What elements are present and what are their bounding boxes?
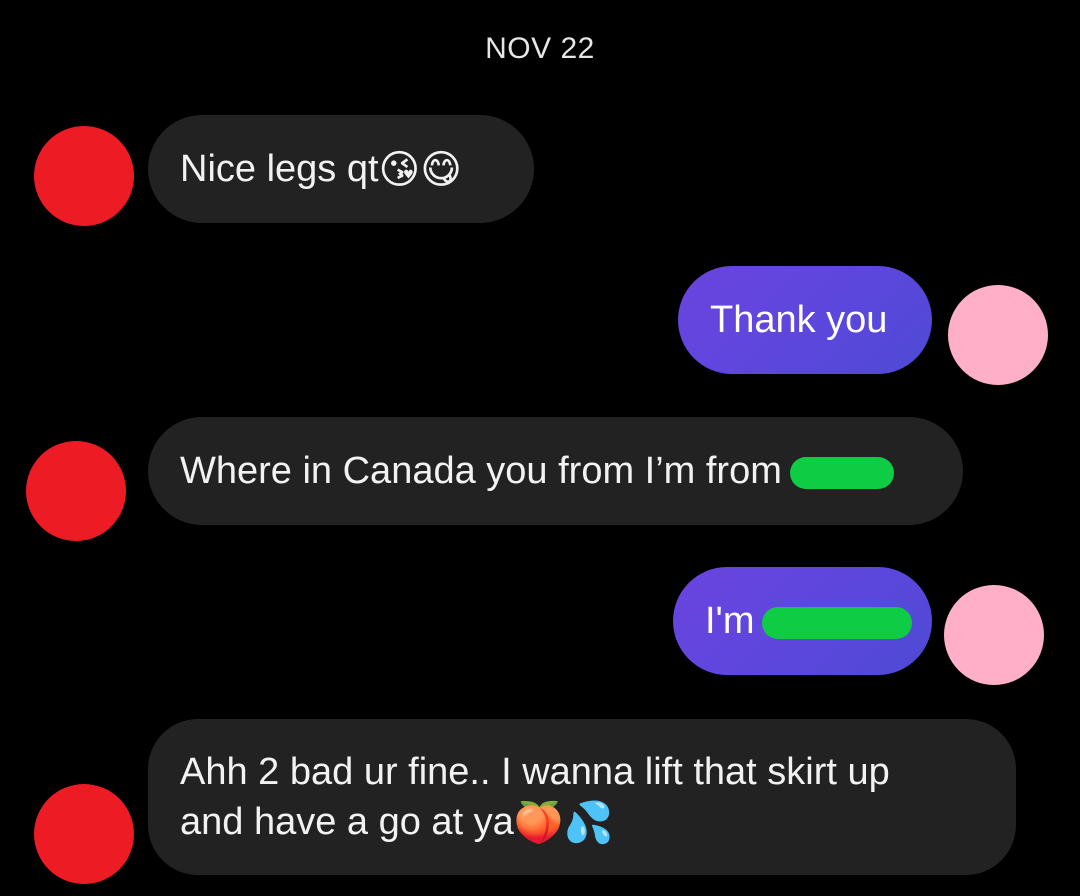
message-text: Thank you bbox=[710, 299, 888, 341]
message-text: and have a go at ya bbox=[180, 801, 514, 843]
sweat-droplets-emoji-icon: 💦 bbox=[563, 800, 614, 846]
message-bubble-outgoing[interactable]: I'm bbox=[673, 567, 932, 675]
message-text: Where in Canada you from I’m from bbox=[180, 450, 782, 492]
kissing-face-emoji-icon: 😘 bbox=[378, 147, 421, 193]
message-bubble-incoming[interactable]: Nice legs qt😘😋 bbox=[148, 115, 534, 223]
redaction-mark bbox=[789, 456, 894, 489]
contact-avatar[interactable] bbox=[34, 126, 134, 226]
message-bubble-incoming[interactable]: Ahh 2 bad ur fine.. I wanna lift that sk… bbox=[148, 719, 1016, 875]
message-bubble-outgoing[interactable]: Thank you bbox=[678, 266, 932, 374]
message-text-line: Ahh 2 bad ur fine.. I wanna lift that sk… bbox=[180, 751, 890, 793]
user-avatar[interactable] bbox=[948, 285, 1048, 385]
date-divider: NOV 22 bbox=[485, 32, 595, 65]
peach-emoji-icon: 🍑 bbox=[513, 800, 564, 846]
contact-avatar[interactable] bbox=[26, 441, 126, 541]
user-avatar[interactable] bbox=[944, 585, 1044, 685]
conversation-screen: NOV 22 Nice legs qt😘😋 Thank you Where in… bbox=[0, 0, 1080, 896]
yum-face-emoji-icon: 😋 bbox=[420, 147, 462, 193]
message-text: Nice legs qt bbox=[180, 148, 379, 190]
message-text: I'm bbox=[705, 600, 755, 642]
message-text-line-with-emoji: and have a go at ya🍑💦 bbox=[180, 797, 984, 847]
contact-avatar[interactable] bbox=[34, 784, 134, 884]
redaction-mark bbox=[762, 606, 913, 639]
message-bubble-incoming[interactable]: Where in Canada you from I’m from bbox=[148, 417, 963, 525]
